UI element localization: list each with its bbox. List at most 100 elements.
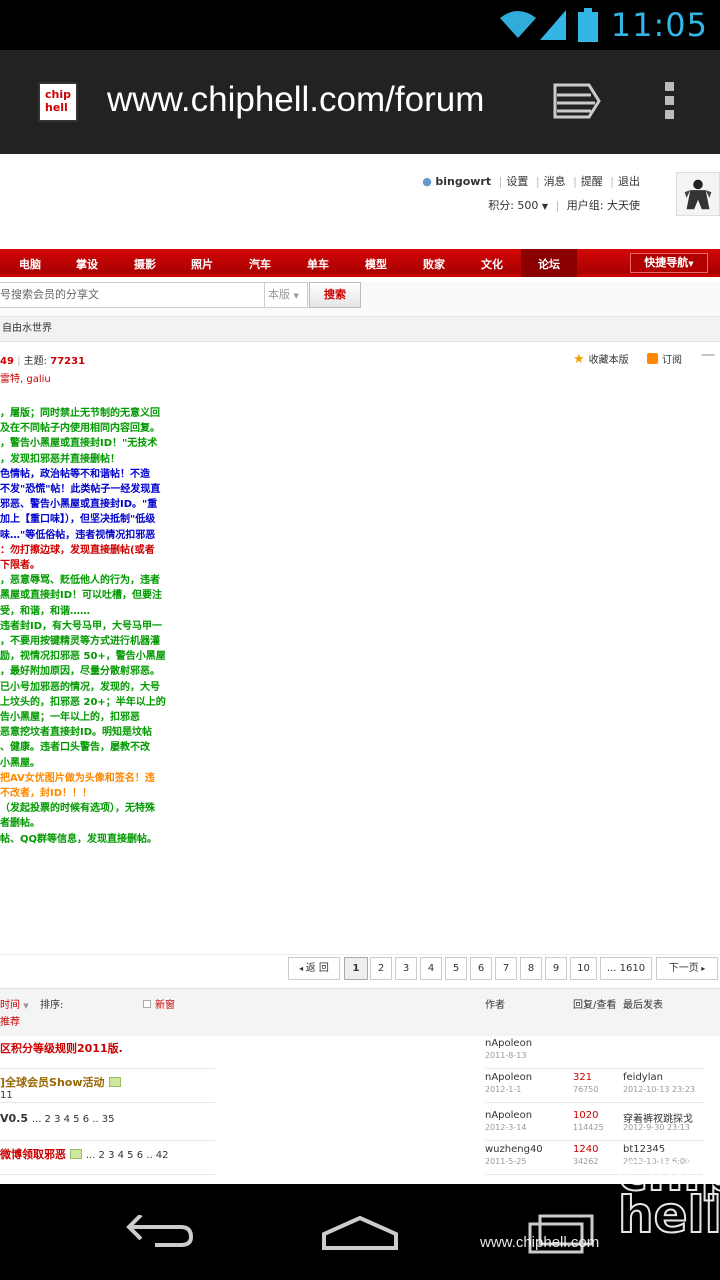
thread-last-date[interactable]: 2012-9-30 23:13 — [623, 1123, 690, 1132]
search-input[interactable]: 号搜索会员的分享文 — [0, 282, 265, 308]
pager-label: 5 — [452, 963, 460, 974]
row-divider — [485, 1068, 705, 1069]
pager-page-2[interactable]: 2 — [370, 957, 392, 980]
nav-item-shopping[interactable]: 败家 — [423, 256, 445, 272]
pager-page-10[interactable]: 10 — [570, 957, 597, 980]
pager-page-3[interactable]: 3 — [395, 957, 417, 980]
thread-author[interactable]: nApoleon — [485, 1038, 532, 1049]
quick-nav-button[interactable]: 快捷导航▼ — [630, 253, 708, 273]
nav-item-photos[interactable]: 照片 — [191, 256, 213, 272]
chevron-down-icon: ▼ — [293, 292, 299, 300]
pager-page-8[interactable]: 8 — [520, 957, 542, 980]
rss-icon — [647, 353, 658, 364]
recommend-link[interactable]: 推荐 — [0, 1013, 20, 1028]
new-window-label: 新窗 — [155, 1000, 175, 1011]
nav-item-photography[interactable]: 摄影 — [134, 256, 156, 272]
rule-line: ，最好附加原因，尽量分散射邪恶。 — [0, 666, 160, 678]
home-icon[interactable] — [320, 1214, 400, 1250]
tabs-icon[interactable] — [553, 83, 601, 119]
thread-date: 2012-1-1 — [485, 1085, 522, 1094]
thread-views: 76750 — [573, 1085, 599, 1094]
signal-icon — [540, 10, 566, 40]
watermark: chip hell www.chiphell.com — [480, 1144, 720, 1280]
overflow-menu-icon[interactable] — [665, 82, 677, 122]
logout-link[interactable]: 退出 — [618, 175, 640, 188]
pager-label: 下一页 — [668, 963, 699, 974]
avatar[interactable] — [676, 172, 720, 216]
watermark-logo: chip hell — [617, 1144, 720, 1244]
settings-link[interactable]: 设置 — [506, 175, 528, 188]
thread-title-link[interactable]: 区积分等级规则2011版. — [0, 1040, 123, 1056]
sort-time-link[interactable]: 时间 ▼ — [0, 996, 29, 1011]
pager-page-9[interactable]: 9 — [545, 957, 567, 980]
favorite-forum-button[interactable]: ★ 收藏本版 — [573, 351, 629, 367]
url-field[interactable]: www.chiphell.com/forum — [107, 80, 512, 120]
browser-toolbar: chip hell www.chiphell.com/forum — [0, 50, 720, 154]
pager-label: 2 — [377, 963, 385, 974]
thread-pages[interactable]: ... 2 3 4 5 6 .. 35 — [32, 1114, 115, 1125]
collapse-icon[interactable]: — — [701, 347, 715, 363]
thread-title-link[interactable]: ]全球会员Show活动 — [0, 1074, 121, 1090]
breadcrumb-item[interactable]: 自由水世界 — [2, 323, 52, 334]
pager-label: 7 — [502, 963, 510, 974]
table-row: 区积分等级规则2011版. nApoleon 2011-8-13 — [0, 1038, 720, 1072]
rule-line: ，不要用按键精灵等方式进行机器灌 — [0, 636, 160, 648]
pager-page-6[interactable]: 6 — [470, 957, 492, 980]
pager-page-5[interactable]: 5 — [445, 957, 467, 980]
username-link[interactable]: bingowrt — [435, 175, 491, 188]
topics-count: 77231 — [50, 356, 86, 367]
nav-item-cars[interactable]: 汽车 — [249, 256, 271, 272]
rule-line: ，屠版；同时禁止无节制的无意义回 — [0, 408, 160, 419]
nav-item-computer[interactable]: 电脑 — [19, 256, 41, 272]
thread-pages[interactable]: ... 2 3 4 5 6 .. 42 — [86, 1150, 169, 1161]
pager-label: 1 — [352, 963, 360, 974]
star-icon: ★ — [573, 352, 585, 367]
nav-item-models[interactable]: 模型 — [365, 256, 387, 272]
pager-label: 4 — [427, 963, 435, 974]
pager-page-4[interactable]: 4 — [420, 957, 442, 980]
nav-item-culture[interactable]: 文化 — [481, 256, 503, 272]
search-scope-select[interactable]: 本版 ▼ — [265, 282, 308, 308]
pager-page-1[interactable]: 1 — [344, 957, 368, 980]
subscribe-button[interactable]: 订阅 — [647, 351, 682, 366]
wifi-icon — [500, 11, 536, 38]
thread-title: 区积分等级规则2011版. — [0, 1042, 123, 1055]
moderators[interactable]: 雷特, galiu — [0, 370, 51, 385]
nav-item-handheld[interactable]: 掌设 — [76, 256, 98, 272]
points-link[interactable]: 积分: 500 — [488, 199, 538, 212]
nav-item-forum[interactable]: 论坛 — [538, 256, 560, 272]
thread-author[interactable]: nApoleon — [485, 1110, 532, 1121]
rule-line: 违者封ID，有大号马甲，大号马甲一 — [0, 620, 163, 632]
user-group-link[interactable]: 用户组: 大天使 — [567, 199, 640, 212]
row-divider — [485, 1140, 705, 1141]
rule-line: （发起投票的时候有选项），无特殊 — [0, 803, 155, 815]
pager-back-button[interactable]: ◂ 返 回 — [288, 957, 340, 980]
thread-views: 114425 — [573, 1123, 604, 1132]
notifications-link[interactable]: 提醒 — [581, 175, 603, 188]
thread-last-date[interactable]: 2012-10-13 23:23 — [623, 1085, 695, 1094]
pager-label: 9 — [552, 963, 560, 974]
nav-item-bikes[interactable]: 单车 — [307, 256, 329, 272]
thread-author[interactable]: nApoleon — [485, 1072, 532, 1083]
messages-link[interactable]: 消息 — [544, 175, 566, 188]
rule-line: 告小黑屋；一年以上的，扣邪恶 — [0, 712, 140, 724]
thread-title-link[interactable]: V0.5 ... 2 3 4 5 6 .. 35 — [0, 1112, 115, 1125]
thread-replies: 321 — [573, 1072, 593, 1083]
thread-pages[interactable]: 11 — [0, 1090, 13, 1101]
thread-title-link[interactable]: 微博领取邪恶 ... 2 3 4 5 6 .. 42 — [0, 1146, 169, 1162]
pager-page-11[interactable]: ... 1610 — [600, 957, 652, 980]
new-window-toggle[interactable]: 新窗 — [143, 996, 175, 1011]
rule-line: 受，和谐，和谐…… — [0, 605, 90, 617]
rule-line: 邪恶、警告小黑屋或直接封ID。"重 — [0, 499, 158, 511]
rule-line: 上坟头的，扣邪恶 20+；半年以上的 — [0, 696, 166, 708]
pager-page-7[interactable]: 7 — [495, 957, 517, 980]
attachment-icon — [108, 1077, 121, 1087]
user-bar: ● bingowrt | 设置 | 消息 | 提醒 | 退出 积分: 500 ▼ | 用… — [422, 175, 640, 212]
rule-line: 加上【重口味】），但坚决抵制"低级 — [0, 514, 156, 526]
back-icon[interactable] — [125, 1215, 195, 1251]
rule-line: 下限者。 — [0, 560, 40, 572]
thread-last-poster[interactable]: feidylan — [623, 1072, 663, 1083]
pager-next-button[interactable]: 下一页 ▸ — [656, 957, 718, 980]
search-button[interactable]: 搜索 — [309, 282, 361, 308]
row-divider — [0, 1068, 215, 1069]
